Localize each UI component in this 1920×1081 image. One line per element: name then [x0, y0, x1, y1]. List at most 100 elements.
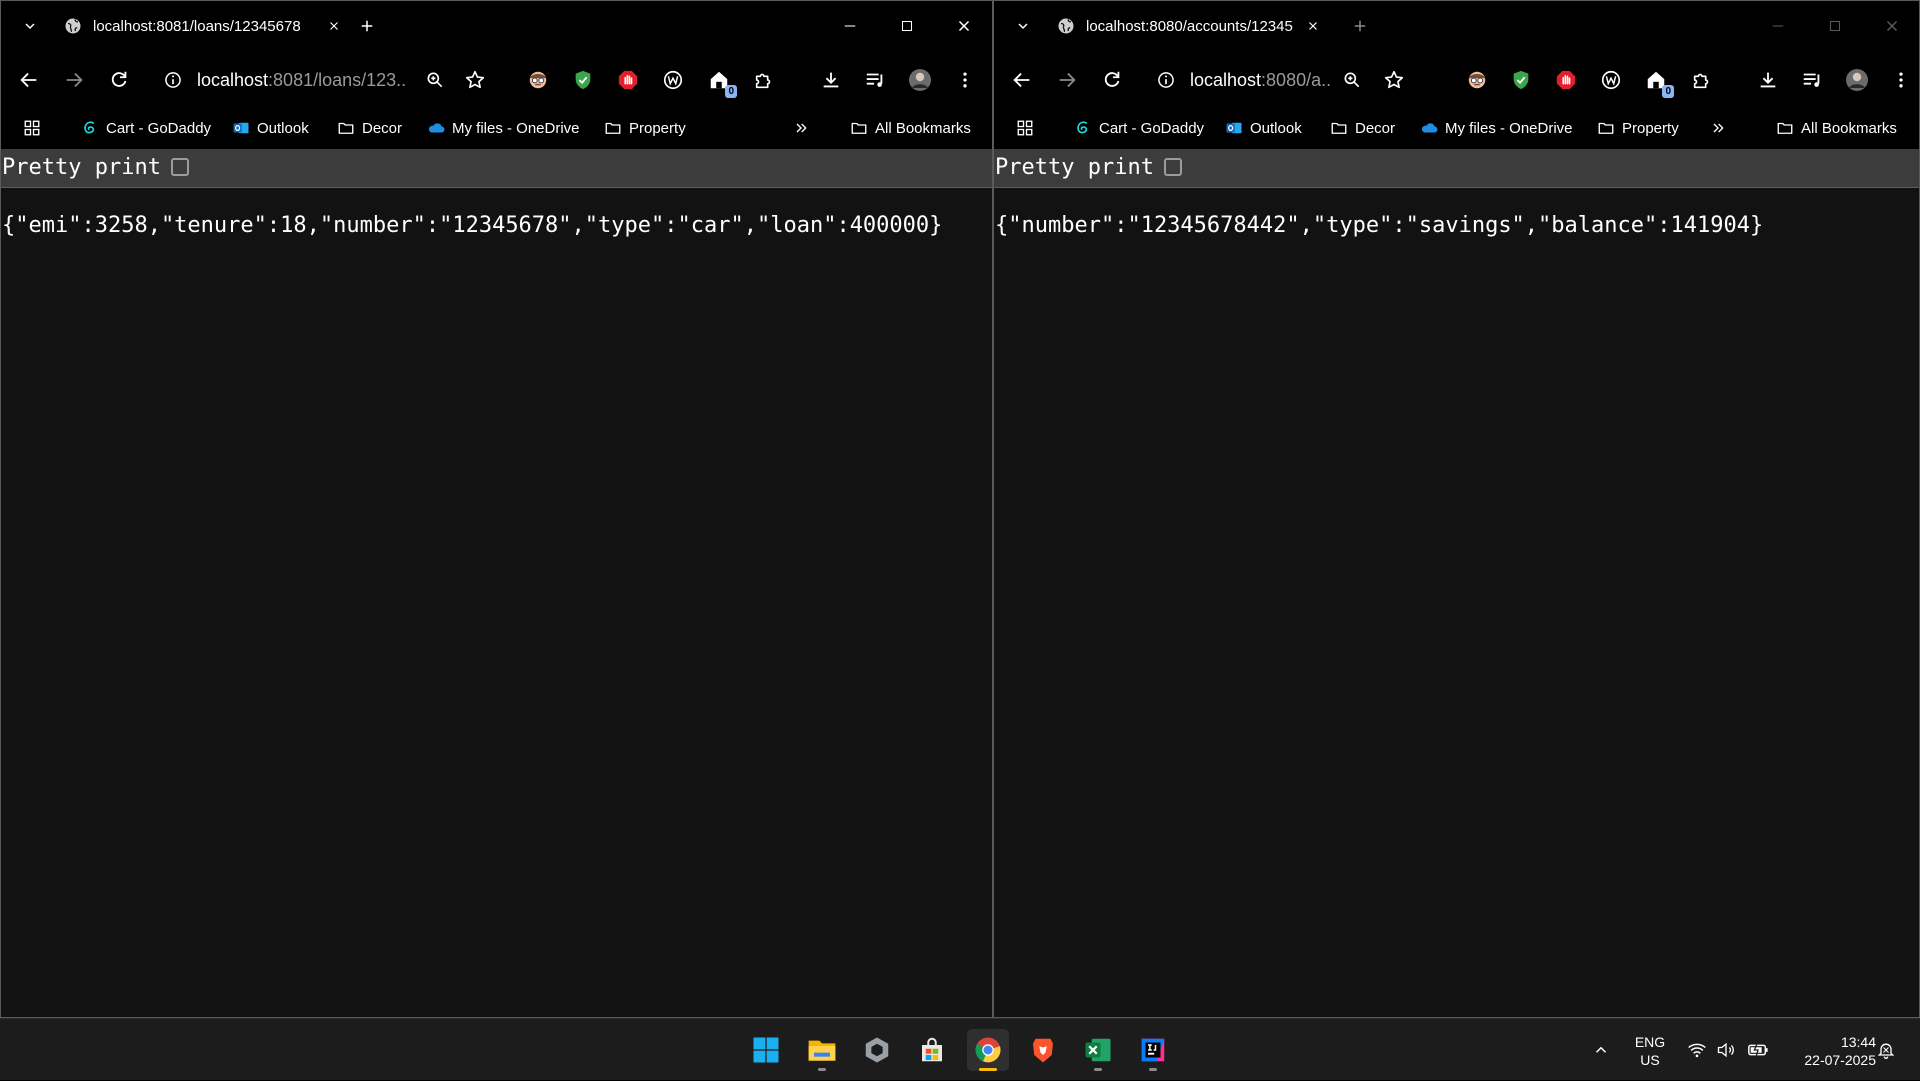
brave-icon[interactable]	[1022, 1029, 1064, 1071]
close-tab-icon[interactable]	[325, 17, 343, 35]
bookmark-label: My files - OneDrive	[452, 119, 580, 137]
tab-accounts[interactable]: localhost:8080/accounts/12345	[1046, 9, 1332, 43]
bookmark-label: Outlook	[257, 119, 309, 137]
reload-icon[interactable]	[107, 68, 131, 92]
bookmark-label: Property	[629, 119, 686, 137]
battery-icon[interactable]	[1744, 1019, 1772, 1081]
forward-icon[interactable]	[1055, 68, 1079, 92]
media-control-icon[interactable]	[1800, 68, 1824, 92]
avatar-extension-icon[interactable]	[1465, 68, 1489, 92]
browser-window-left: localhost:8081/loans/12345678 localhost:…	[0, 0, 993, 1018]
menu-kebab-icon[interactable]	[953, 68, 977, 92]
forward-icon[interactable]	[62, 68, 86, 92]
tab-search-chevron-icon[interactable]	[19, 15, 41, 37]
more-bookmarks-chevron-icon[interactable]	[1709, 119, 1727, 137]
pretty-print-checkbox[interactable]	[171, 158, 189, 176]
stop-hand-extension-icon[interactable]	[1554, 68, 1578, 92]
bookmark-item-decor[interactable]: Decor	[337, 119, 402, 137]
stop-hand-extension-icon[interactable]	[616, 68, 640, 92]
microsoft-store-icon[interactable]	[911, 1029, 953, 1071]
media-control-icon[interactable]	[863, 68, 887, 92]
maximize-icon[interactable]	[896, 15, 918, 37]
chrome-icon[interactable]	[967, 1029, 1009, 1071]
folder-icon	[1330, 119, 1348, 137]
url-path: :8081/loans/123...	[268, 69, 407, 90]
bookmark-item-property[interactable]: Property	[1597, 119, 1679, 137]
running-indicator	[1094, 1068, 1102, 1071]
new-tab-plus-icon[interactable]	[356, 15, 378, 37]
site-info-icon[interactable]	[161, 68, 185, 92]
home-extension-icon[interactable]: 0	[707, 68, 737, 98]
intellij-icon[interactable]	[1132, 1029, 1174, 1071]
globe-icon	[1056, 16, 1076, 36]
bookmark-label: Decor	[1355, 119, 1396, 137]
back-icon[interactable]	[1010, 68, 1034, 92]
bookmark-item-outlook[interactable]: Outlook	[232, 119, 309, 137]
close-tab-icon[interactable]	[1304, 17, 1322, 35]
maximize-icon[interactable]	[1824, 15, 1846, 37]
shield-extension-icon[interactable]	[571, 68, 595, 92]
w-extension-icon[interactable]	[661, 68, 685, 92]
bookmark-item-onedrive[interactable]: My files - OneDrive	[1420, 119, 1573, 137]
excel-icon[interactable]	[1077, 1029, 1119, 1071]
bookmark-item-outlook[interactable]: Outlook	[1225, 119, 1302, 137]
clock-date: 22-07-2025	[1804, 1052, 1876, 1068]
language-indicator[interactable]: ENG US	[1624, 1033, 1676, 1069]
all-bookmarks[interactable]: All Bookmarks	[1776, 119, 1897, 137]
bookmark-star-icon[interactable]	[1382, 68, 1406, 92]
notification-bell-icon[interactable]	[1872, 1019, 1900, 1081]
url-path: :8080/a...	[1261, 69, 1330, 90]
pretty-print-checkbox[interactable]	[1164, 158, 1182, 176]
w-extension-icon[interactable]	[1599, 68, 1623, 92]
folder-icon	[337, 119, 355, 137]
wifi-icon[interactable]	[1684, 1019, 1710, 1081]
close-window-icon[interactable]	[953, 15, 975, 37]
site-info-icon[interactable]	[1154, 68, 1178, 92]
extensions-puzzle-icon[interactable]	[752, 68, 776, 92]
new-tab-plus-icon[interactable]	[1349, 15, 1371, 37]
file-explorer-icon[interactable]	[801, 1029, 843, 1071]
menu-kebab-icon[interactable]	[1889, 68, 1913, 92]
start-windows-icon[interactable]	[745, 1029, 787, 1071]
show-hidden-icons-caret-icon[interactable]	[1588, 1019, 1614, 1081]
bookmark-item-decor[interactable]: Decor	[1330, 119, 1395, 137]
more-bookmarks-chevron-icon[interactable]	[792, 119, 810, 137]
bookmark-item-onedrive[interactable]: My files - OneDrive	[427, 119, 580, 137]
address-bar[interactable]: localhost:8081/loans/123...	[197, 68, 407, 92]
bookmark-item-property[interactable]: Property	[604, 119, 686, 137]
tab-search-chevron-icon[interactable]	[1012, 15, 1034, 37]
back-icon[interactable]	[17, 68, 41, 92]
apps-grid-icon[interactable]	[23, 119, 41, 137]
zoom-icon[interactable]	[423, 68, 447, 92]
json-response-text: {"emi":3258,"tenure":18,"number":"123456…	[2, 213, 943, 238]
shield-extension-icon[interactable]	[1509, 68, 1533, 92]
hexagon-app-icon[interactable]	[856, 1029, 898, 1071]
tab-loans[interactable]: localhost:8081/loans/12345678	[53, 9, 343, 43]
download-icon[interactable]	[1756, 68, 1780, 92]
pretty-print-label: Pretty print	[2, 155, 161, 180]
minimize-icon[interactable]	[839, 15, 861, 37]
bookmark-item-cart-godaddy[interactable]: Cart - GoDaddy	[81, 119, 211, 137]
running-indicator	[979, 1068, 997, 1071]
extensions-puzzle-icon[interactable]	[1690, 68, 1714, 92]
apps-grid-icon[interactable]	[1016, 119, 1034, 137]
close-window-icon[interactable]	[1881, 15, 1903, 37]
profile-avatar-icon[interactable]	[1845, 68, 1869, 92]
pretty-print-bar: Pretty print	[1, 149, 992, 188]
minimize-icon[interactable]	[1767, 15, 1789, 37]
address-bar[interactable]: localhost:8080/a...	[1190, 68, 1330, 92]
bookmark-item-cart-godaddy[interactable]: Cart - GoDaddy	[1074, 119, 1204, 137]
zoom-icon[interactable]	[1340, 68, 1364, 92]
bookmark-star-icon[interactable]	[463, 68, 487, 92]
clock-time: 13:44	[1840, 1034, 1876, 1050]
extension-badge: 0	[725, 85, 737, 98]
avatar-extension-icon[interactable]	[526, 68, 550, 92]
clock[interactable]: 13:44 22-07-2025	[1780, 1033, 1876, 1069]
all-bookmarks[interactable]: All Bookmarks	[850, 119, 971, 137]
home-extension-icon[interactable]: 0	[1644, 68, 1674, 98]
language-primary: ENG	[1634, 1034, 1666, 1050]
speaker-icon[interactable]	[1713, 1019, 1739, 1081]
reload-icon[interactable]	[1100, 68, 1124, 92]
profile-avatar-icon[interactable]	[908, 68, 932, 92]
download-icon[interactable]	[819, 68, 843, 92]
